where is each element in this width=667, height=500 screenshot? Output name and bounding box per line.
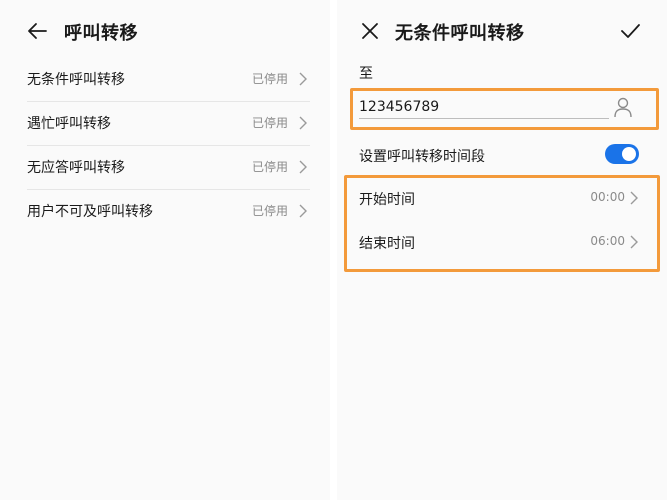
to-label: 至 [359,66,373,82]
chevron-right-icon [299,116,307,130]
time-period-toggle[interactable] [605,144,639,164]
toggle-label: 设置呼叫转移时间段 [359,149,485,165]
end-time-value: 06:00 [590,234,625,248]
list-item-no-answer[interactable]: 无应答呼叫转移 已停用 [27,146,310,190]
status-text: 已停用 [251,116,288,130]
toggle-knob [622,147,636,161]
start-time-label: 开始时间 [359,192,415,208]
item-label: 无条件呼叫转移 [27,72,125,88]
contact-person-icon[interactable] [613,96,633,118]
page-title: 呼叫转移 [64,23,138,44]
forward-number-input[interactable] [359,96,609,119]
back-arrow-icon[interactable] [26,20,48,42]
header: 无条件呼叫转移 [337,12,667,52]
forwarding-options-list: 无条件呼叫转移 已停用 遇忙呼叫转移 已停用 无应答呼叫转移 已停用 用户不可及… [27,58,310,233]
chevron-right-icon [299,204,307,218]
status-text: 已停用 [251,72,288,86]
close-icon[interactable] [359,20,381,42]
chevron-right-icon [299,72,307,86]
list-item-unreachable[interactable]: 用户不可及呼叫转移 已停用 [27,190,310,233]
item-label: 遇忙呼叫转移 [27,116,111,132]
header: 呼叫转移 [0,12,330,52]
start-time-value: 00:00 [590,190,625,204]
status-text: 已停用 [251,204,288,218]
status-text: 已停用 [251,160,288,174]
item-label: 无应答呼叫转移 [27,160,125,176]
chevron-right-icon [299,160,307,174]
start-time-row[interactable]: 开始时间 00:00 [359,176,639,220]
unconditional-forwarding-screen: 无条件呼叫转移 至 设置呼叫转移时间段 开始时间 00:00 结束时间 06:0… [337,0,667,500]
page-title: 无条件呼叫转移 [395,23,525,44]
end-time-row[interactable]: 结束时间 06:00 [359,220,639,264]
time-period-toggle-row: 设置呼叫转移时间段 [359,140,639,170]
call-forwarding-screen: 呼叫转移 无条件呼叫转移 已停用 遇忙呼叫转移 已停用 无应答呼叫转移 已停用 … [0,0,330,500]
list-item-unconditional[interactable]: 无条件呼叫转移 已停用 [27,58,310,102]
check-icon[interactable] [619,20,641,42]
chevron-right-icon [630,235,638,249]
chevron-right-icon [630,191,638,205]
list-item-busy[interactable]: 遇忙呼叫转移 已停用 [27,102,310,146]
item-label: 用户不可及呼叫转移 [27,204,153,220]
end-time-label: 结束时间 [359,236,415,252]
